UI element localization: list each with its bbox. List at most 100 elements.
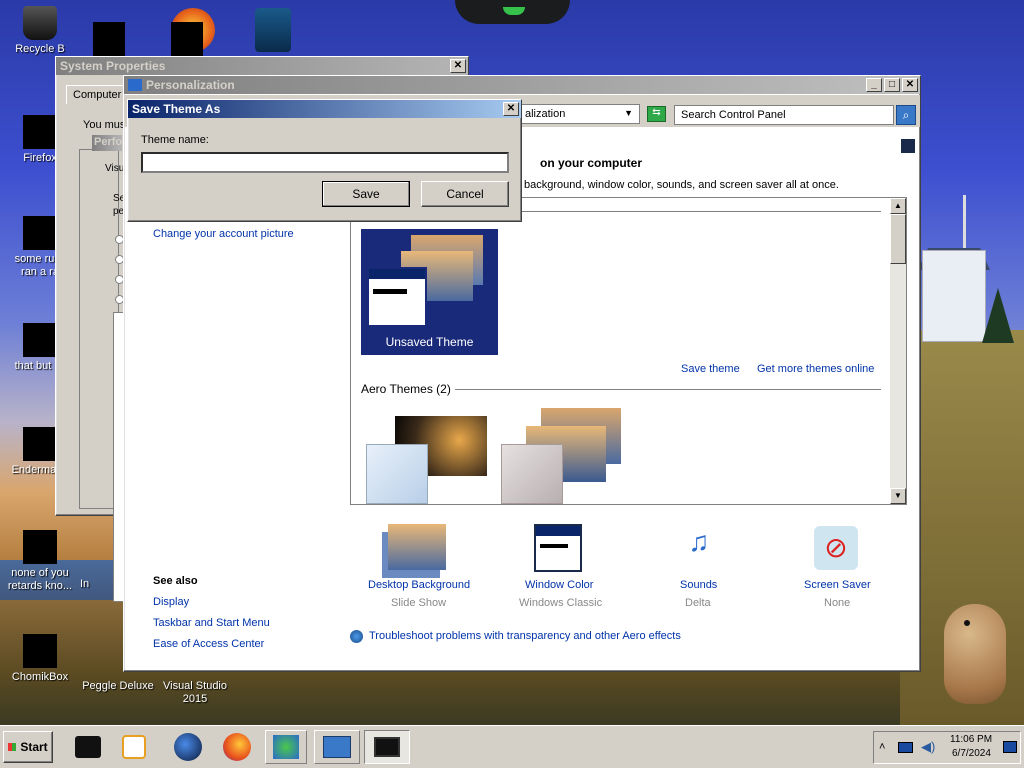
redacted-icon[interactable] [93, 22, 125, 56]
aero-theme-window[interactable] [366, 444, 428, 504]
get-more-themes-link[interactable]: Get more themes online [757, 363, 874, 375]
theme-gallery[interactable]: Unsaved Theme Save theme Get more themes… [350, 197, 907, 505]
taskbar-globe[interactable] [170, 730, 206, 764]
desktop-icon-peggle[interactable]: Peggle Deluxe [78, 680, 158, 693]
search-icon[interactable]: ⌕ [896, 105, 916, 125]
scroll-down-icon: ▼ [894, 491, 902, 500]
wallpaper-house [922, 250, 986, 342]
close-button[interactable]: ✕ [503, 102, 519, 116]
desktop-background-icon[interactable] [388, 524, 446, 570]
scroll-up-icon: ▲ [894, 201, 902, 210]
tab-visual-effects[interactable]: Visu [105, 163, 124, 174]
network-icon[interactable] [898, 742, 913, 753]
screen-saver-status: None [824, 597, 851, 609]
app-icon [75, 736, 101, 758]
save-button[interactable]: Save [322, 181, 410, 207]
sounds-icon[interactable]: ♫ [677, 526, 721, 566]
desktop-icon-label: retards kno... [7, 580, 73, 592]
close-button[interactable]: ✕ [902, 78, 918, 92]
desktop-icon-visual-studio[interactable]: Visual Studio 2015 [155, 680, 235, 706]
address-bar[interactable]: alization ▼ [520, 104, 640, 124]
dialog-title: Save Theme As [132, 102, 221, 116]
system-properties-titlebar[interactable]: System Properties ✕ [56, 57, 468, 75]
desktop-icon-chomikbox[interactable]: ChomikBox [0, 634, 80, 684]
file-icon [23, 427, 57, 461]
desktop-icon-label: ChomikBox [11, 671, 69, 683]
taskbar-media-player[interactable] [116, 730, 152, 764]
scrollbar[interactable]: ▲ ▼ [890, 198, 906, 504]
cancel-button[interactable]: Cancel [421, 181, 509, 207]
firefox-icon [223, 733, 251, 761]
close-icon: ✕ [905, 79, 915, 90]
media-player-icon [122, 735, 146, 759]
ease-of-access-link[interactable]: Ease of Access Center [153, 638, 264, 650]
desktop-icon-label: 2015 [182, 693, 208, 705]
help-icon[interactable] [901, 139, 915, 153]
troubleshoot-link[interactable]: Troubleshoot problems with transparency … [369, 630, 681, 642]
sounds-status: Delta [685, 597, 711, 609]
window-color-icon[interactable] [534, 524, 582, 572]
troubleshoot-icon [350, 630, 363, 643]
start-button[interactable]: Start [3, 731, 53, 763]
unsaved-theme-tile[interactable]: Unsaved Theme [361, 229, 498, 355]
chevron-down-icon[interactable]: ▼ [624, 108, 633, 118]
scroll-down-button[interactable]: ▼ [890, 488, 906, 504]
window-title: System Properties [60, 59, 166, 73]
display-link[interactable]: Display [153, 596, 189, 608]
aero-themes-heading: Aero Themes (2) [361, 382, 457, 396]
desktop-icon-recycle-bin[interactable]: Recycle B [0, 6, 80, 56]
chevron-up-icon[interactable]: ˄ [879, 741, 885, 753]
window-color-link[interactable]: Window Color [525, 579, 593, 591]
close-icon: ✕ [453, 60, 463, 71]
window-preview [367, 267, 427, 327]
gopher-image [944, 604, 1006, 704]
screen-saver-link[interactable]: Screen Saver [804, 579, 871, 591]
app-icon[interactable] [255, 8, 291, 52]
screen-saver-icon[interactable]: ⊘ [814, 526, 858, 570]
save-theme-link[interactable]: Save theme [681, 363, 740, 375]
preview-titlebar [369, 269, 425, 279]
divider [455, 389, 881, 390]
start-label: Start [20, 740, 48, 754]
taskbar-active-window[interactable] [364, 730, 410, 764]
taskbar-firefox[interactable] [219, 730, 255, 764]
desktop-background-status: Slide Show [391, 597, 447, 609]
personalization-titlebar[interactable]: Personalization _ □ ✕ [124, 76, 920, 94]
wallpaper-tree [982, 288, 1014, 343]
maximize-icon: □ [888, 79, 896, 90]
system-tray: ˄ ◀) 11:06 PM 6/7/2024 [873, 731, 1021, 764]
desktop-icon-label[interactable]: In [80, 578, 89, 590]
desktop-icon-label: Visual Studio [162, 680, 227, 692]
taskbar-app-icon[interactable] [70, 730, 106, 764]
taskbar-personalization-window[interactable] [314, 730, 360, 764]
users-icon [273, 735, 299, 759]
save-theme-dialog[interactable]: Save Theme As ✕ Theme name: Save Cancel [127, 99, 522, 222]
refresh-icon[interactable]: ⇆ [647, 106, 666, 122]
aero-theme-window[interactable] [501, 444, 563, 504]
taskbar-users-window[interactable] [265, 730, 307, 764]
minimize-button[interactable]: _ [866, 78, 882, 92]
show-desktop-icon[interactable] [1003, 741, 1017, 753]
preview-bar [373, 289, 407, 294]
search-input[interactable]: Search Control Panel [674, 105, 894, 125]
close-button[interactable]: ✕ [450, 59, 466, 73]
clock-date[interactable]: 6/7/2024 [952, 748, 991, 759]
desktop-icon-none-of-you[interactable]: none of you retards kno... [0, 530, 80, 593]
scroll-up-button[interactable]: ▲ [890, 198, 906, 214]
chomikbox-icon [23, 634, 57, 668]
unsaved-theme-label: Unsaved Theme [385, 335, 474, 349]
theme-name-label: Theme name: [141, 134, 209, 146]
clock-time[interactable]: 11:06 PM [950, 734, 992, 745]
theme-name-input[interactable] [141, 152, 509, 173]
maximize-button[interactable]: □ [884, 78, 900, 92]
save-theme-titlebar[interactable]: Save Theme As ✕ [128, 100, 521, 118]
sounds-link[interactable]: Sounds [680, 579, 717, 591]
icon-titlebar [536, 526, 580, 536]
volume-icon[interactable]: ◀) [921, 739, 935, 755]
taskbar-start-menu-link[interactable]: Taskbar and Start Menu [153, 617, 270, 629]
desktop-icon-label: none of you [11, 567, 69, 579]
scroll-thumb[interactable] [890, 214, 906, 264]
desktop-background-link[interactable]: Desktop Background [368, 579, 470, 591]
gopher-eye [964, 620, 970, 626]
change-account-picture-link[interactable]: Change your account picture [153, 228, 294, 240]
